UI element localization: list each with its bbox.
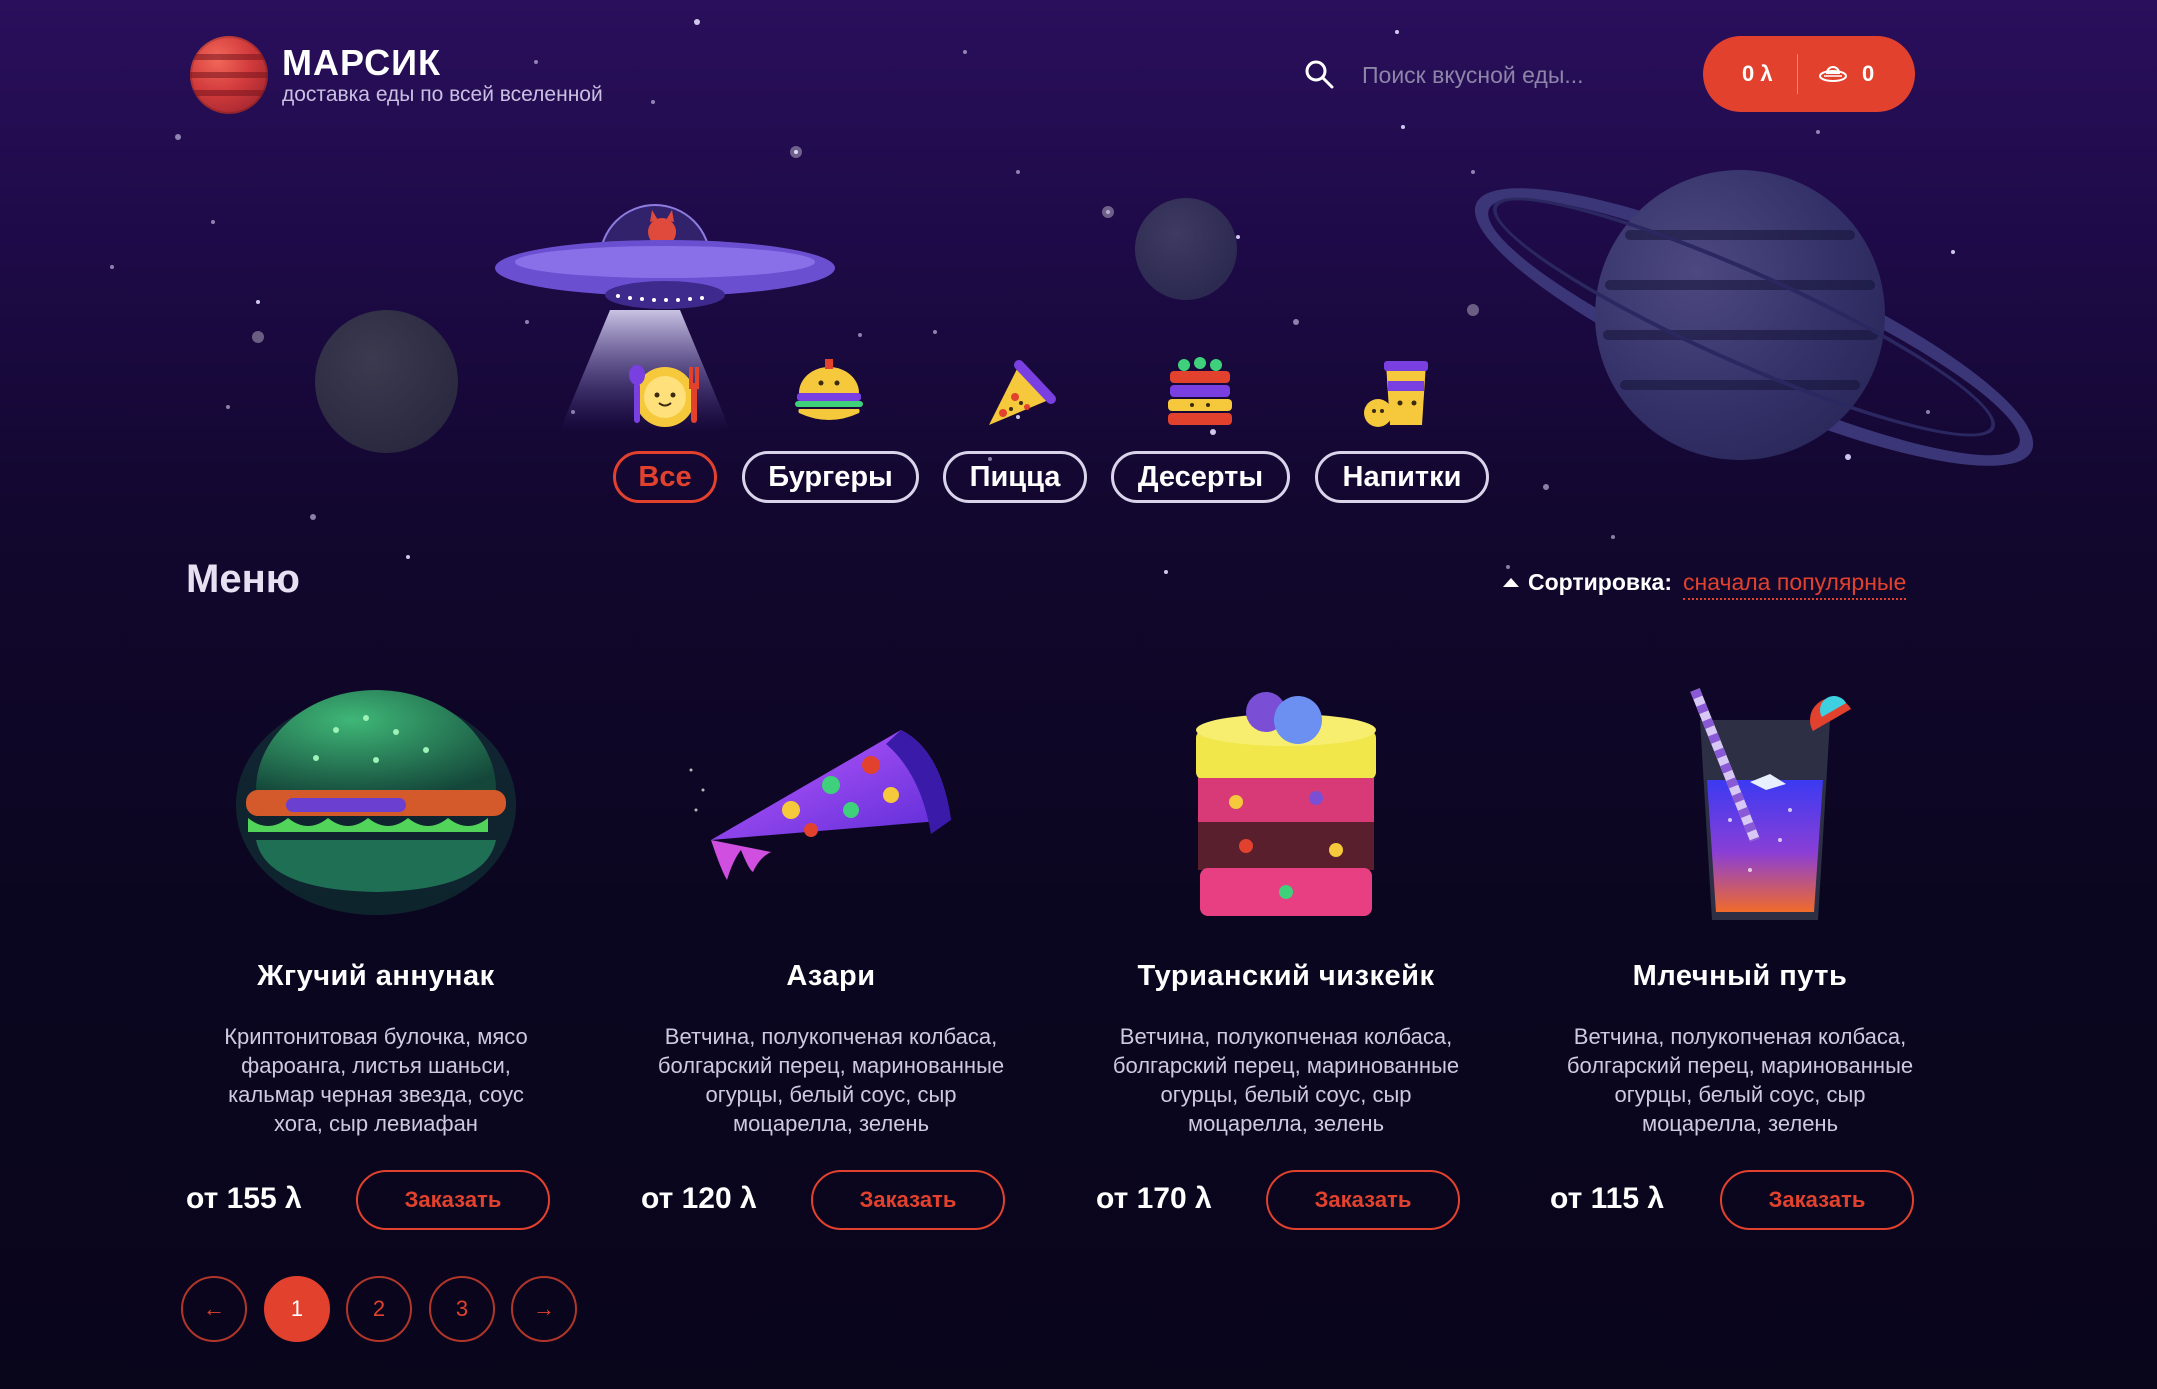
category-drinks[interactable]: Напитки bbox=[1315, 451, 1489, 503]
product-price: от 170 λ bbox=[1096, 1182, 1212, 1215]
order-button[interactable]: Заказать bbox=[1266, 1170, 1460, 1230]
star-decoration bbox=[256, 300, 260, 304]
star-decoration bbox=[963, 50, 967, 54]
product-description: Криптонитовая булочка, мясо фароанга, ли… bbox=[224, 1024, 528, 1136]
product-name: Млечный путь bbox=[1632, 960, 1848, 992]
star-decoration bbox=[933, 330, 937, 334]
drink-cup-icon[interactable] bbox=[1358, 353, 1442, 437]
burger-image[interactable] bbox=[226, 670, 526, 940]
cart-button[interactable] bbox=[1703, 36, 1915, 112]
cart-divider bbox=[1797, 54, 1798, 94]
sort-value-dropdown[interactable]: сначала популярные bbox=[1683, 569, 1907, 600]
menu-title: Меню bbox=[186, 557, 300, 601]
star-decoration bbox=[1016, 170, 1020, 174]
star-decoration bbox=[1236, 235, 1240, 239]
pagination-page-1[interactable]: 1 bbox=[264, 1276, 330, 1342]
pizza-slice-icon[interactable] bbox=[975, 353, 1059, 437]
star-decoration bbox=[1611, 535, 1615, 539]
product-card: Турианский чизкейк Ветчина, полукопченая… bbox=[1096, 670, 1476, 1230]
star-decoration bbox=[310, 514, 316, 520]
burger-icon[interactable] bbox=[787, 353, 871, 437]
category-pizza[interactable]: Пицца bbox=[943, 451, 1087, 503]
order-button[interactable]: Заказать bbox=[811, 1170, 1005, 1230]
product-card: Азари Ветчина, полукопченая колбаса, бол… bbox=[641, 670, 1021, 1230]
star-decoration bbox=[1395, 30, 1399, 34]
star-glow-decoration bbox=[252, 331, 264, 343]
logo-planet-icon[interactable] bbox=[190, 36, 268, 114]
order-button[interactable]: Заказать bbox=[356, 1170, 550, 1230]
star-decoration bbox=[1164, 570, 1168, 574]
sort-arrow-icon[interactable] bbox=[1503, 578, 1519, 587]
star-decoration bbox=[1951, 250, 1955, 254]
brand-tagline: доставка еды по всей вселенной bbox=[282, 83, 603, 106]
pagination-prev-button[interactable]: ← bbox=[181, 1276, 247, 1342]
product-name: Азари bbox=[786, 960, 876, 992]
cake-icon[interactable] bbox=[1158, 353, 1242, 437]
product-name: Турианский чизкейк bbox=[1137, 960, 1435, 992]
pagination-next-button[interactable]: → bbox=[511, 1276, 577, 1342]
star-decoration bbox=[1543, 484, 1549, 490]
search-input[interactable] bbox=[1360, 52, 1664, 98]
pizza-image[interactable] bbox=[681, 670, 981, 940]
product-description: Ветчина, полукопченая колбаса, болгарски… bbox=[1566, 1024, 1914, 1136]
star-glow-decoration bbox=[790, 146, 802, 158]
plate-with-cutlery-icon[interactable] bbox=[623, 353, 707, 437]
star-decoration bbox=[651, 100, 655, 104]
star-decoration bbox=[1816, 130, 1820, 134]
ufo-cart-icon bbox=[1819, 66, 1847, 82]
category-burgers[interactable]: Бургеры bbox=[742, 451, 919, 503]
star-decoration bbox=[694, 19, 700, 25]
star-decoration bbox=[1401, 125, 1405, 129]
product-price: от 155 λ bbox=[186, 1182, 302, 1215]
pagination-page-3[interactable]: 3 bbox=[429, 1276, 495, 1342]
sort-label: Сортировка: bbox=[1528, 569, 1673, 595]
star-glow-decoration bbox=[1467, 304, 1479, 316]
category-desserts[interactable]: Десерты bbox=[1111, 451, 1290, 503]
order-button[interactable]: Заказать bbox=[1720, 1170, 1914, 1230]
star-decoration bbox=[211, 220, 215, 224]
star-decoration bbox=[794, 150, 798, 154]
star-glow-decoration bbox=[1102, 206, 1114, 218]
small-planet-decoration bbox=[1135, 198, 1237, 300]
pagination-page-2[interactable]: 2 bbox=[346, 1276, 412, 1342]
star-decoration bbox=[175, 134, 181, 140]
product-description: Ветчина, полукопченая колбаса, болгарски… bbox=[1112, 1024, 1460, 1136]
brand-name[interactable]: МАРСИК bbox=[282, 42, 441, 84]
product-price: от 115 λ bbox=[1550, 1182, 1665, 1215]
cart-total: 0 λ bbox=[1742, 61, 1773, 86]
star-decoration bbox=[1845, 454, 1851, 460]
star-decoration bbox=[406, 555, 410, 559]
category-all[interactable]: Все bbox=[613, 451, 717, 503]
star-decoration bbox=[1106, 210, 1110, 214]
search-icon[interactable] bbox=[1304, 59, 1334, 89]
product-description: Ветчина, полукопченая колбаса, болгарски… bbox=[657, 1024, 1005, 1136]
drink-image[interactable] bbox=[1590, 670, 1890, 940]
earth-planet-decoration bbox=[315, 310, 458, 453]
cart-count: 0 bbox=[1862, 61, 1875, 86]
product-card: Млечный путь Ветчина, полукопченая колба… bbox=[1550, 670, 1930, 1230]
product-name: Жгучий аннунак bbox=[257, 960, 495, 992]
star-decoration bbox=[226, 405, 230, 409]
cheesecake-image[interactable] bbox=[1136, 670, 1436, 940]
product-card: Жгучий аннунак Криптонитовая булочка, мя… bbox=[186, 670, 566, 1230]
star-decoration bbox=[110, 265, 114, 269]
star-decoration bbox=[534, 60, 538, 64]
star-decoration bbox=[1293, 319, 1299, 325]
star-decoration bbox=[1506, 565, 1510, 569]
star-decoration bbox=[1471, 170, 1475, 174]
product-price: от 120 λ bbox=[641, 1182, 757, 1215]
star-decoration bbox=[858, 333, 862, 337]
